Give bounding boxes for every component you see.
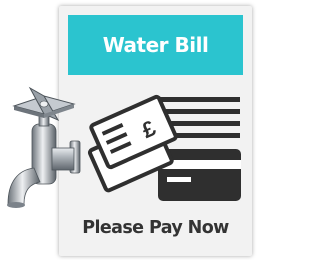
water-tap-icon (7, 86, 81, 208)
bill-illustration: £ (7, 86, 241, 208)
